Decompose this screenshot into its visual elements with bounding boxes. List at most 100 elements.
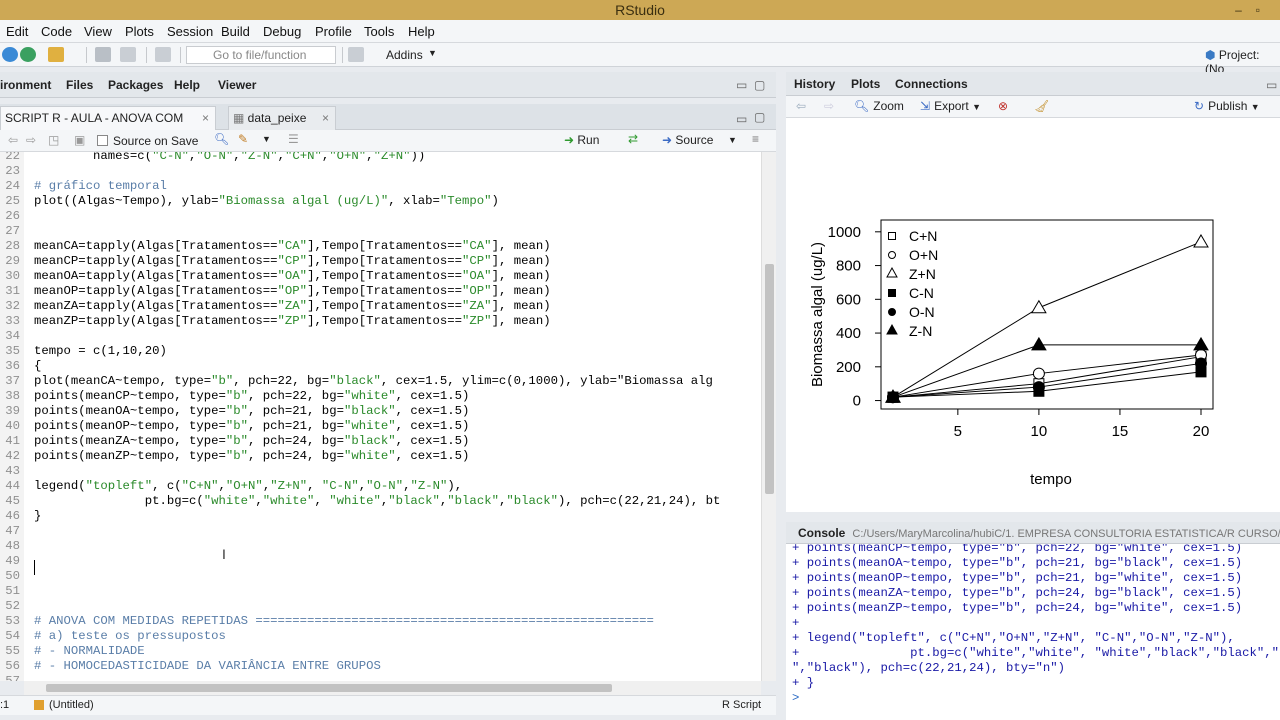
menu-build[interactable]: Build <box>221 24 250 39</box>
code-line[interactable]: 51 <box>0 584 761 599</box>
code-line[interactable]: 25 plot((Algas~Tempo), ylab="Biomassa alg… <box>0 194 761 209</box>
menu-debug[interactable]: Debug <box>263 24 301 39</box>
magic-wand-icon[interactable]: ✎ <box>238 132 248 146</box>
code-line[interactable]: 27 <box>0 224 761 239</box>
open-file-icon[interactable] <box>48 47 64 62</box>
document-outline-icon[interactable]: ≡ <box>752 132 759 146</box>
close-icon[interactable]: × <box>322 107 329 129</box>
publish-button[interactable]: ↻ Publish ▼ <box>1194 99 1260 113</box>
code-line[interactable]: 44 legend("topleft", c("C+N","O+N","Z+N",… <box>0 479 761 494</box>
code-editor[interactable]: 22 names=c("C-N","O-N","Z-N","C+N","O+N"… <box>0 152 761 681</box>
code-line[interactable]: 47 <box>0 524 761 539</box>
code-line[interactable]: 45 pt.bg=c("white","white", "white","bla… <box>0 494 761 509</box>
addins-menu[interactable]: Addins <box>386 48 423 62</box>
code-line[interactable]: 41 points(meanZA~tempo, type="b", pch=24,… <box>0 434 761 449</box>
code-line[interactable]: 50 <box>0 569 761 584</box>
menu-profile[interactable]: Profile <box>315 24 352 39</box>
tab-packages[interactable]: Packages <box>108 78 163 92</box>
filetype-label[interactable]: R Script <box>722 696 761 715</box>
tab-data-peixe[interactable]: ▦ data_peixe × <box>228 106 336 130</box>
code-line[interactable]: 26 <box>0 209 761 224</box>
forward-arrow-icon[interactable]: ⇨ <box>26 133 36 147</box>
code-line[interactable]: 39 points(meanOA~tempo, type="b", pch=21,… <box>0 404 761 419</box>
tab-environment[interactable]: ironment <box>0 78 51 92</box>
tab-script-anova[interactable]: SCRIPT R - AULA - ANOVA COM MEDI... × <box>0 106 216 147</box>
next-plot-icon[interactable]: ⇨ <box>824 99 834 113</box>
code-line[interactable]: 36 { <box>0 359 761 374</box>
code-line[interactable]: 46} <box>0 509 761 524</box>
new-file-icon[interactable] <box>2 47 18 62</box>
menu-edit[interactable]: Edit <box>6 24 28 39</box>
menu-plots[interactable]: Plots <box>125 24 154 39</box>
code-line[interactable]: 29 meanCP=tapply(Algas[Tratamentos=="CP"]… <box>0 254 761 269</box>
close-icon[interactable]: × <box>202 107 209 129</box>
code-line[interactable]: 23 <box>0 164 761 179</box>
clear-plots-broom-icon[interactable]: 🧹︎ <box>1034 99 1049 113</box>
scroll-thumb[interactable] <box>765 264 774 494</box>
code-line[interactable]: 53 # ANOVA COM MEDIDAS REPETIDAS ========… <box>0 614 761 629</box>
menu-help[interactable]: Help <box>408 24 435 39</box>
menu-code[interactable]: Code <box>41 24 72 39</box>
code-line[interactable]: 34 <box>0 329 761 344</box>
pane-maximize-icon[interactable]: ▢ <box>754 110 765 124</box>
zoom-button[interactable]: 🔍︎ Zoom <box>854 99 904 113</box>
editor-horizontal-scrollbar[interactable] <box>24 681 761 695</box>
menu-view[interactable]: View <box>84 24 112 39</box>
code-line[interactable]: 48 <box>0 539 761 554</box>
save-all-icon[interactable] <box>120 47 136 62</box>
pane-minimize-icon[interactable]: ▭ <box>1266 78 1277 92</box>
code-line[interactable]: 57 <box>0 674 761 681</box>
code-line[interactable]: 42 points(meanZP~tempo, type="b", pch=24,… <box>0 449 761 464</box>
code-line[interactable]: 33 meanZP=tapply(Algas[Tratamentos=="ZP"]… <box>0 314 761 329</box>
code-line[interactable]: 22 names=c("C-N","O-N","Z-N","C+N","O+N"… <box>0 152 761 164</box>
tab-plots[interactable]: Plots <box>851 77 880 91</box>
rerun-icon[interactable]: ⇄ <box>628 132 638 146</box>
remove-plot-icon[interactable]: ⊗ <box>998 99 1008 113</box>
code-line[interactable]: 56 # - HOMOCEDASTICIDADE DA VARIÂNCIA ENT… <box>0 659 761 674</box>
compile-report-icon[interactable]: ☰ <box>288 132 299 146</box>
code-line[interactable]: 55 # - NORMALIDADE <box>0 644 761 659</box>
code-line[interactable]: 35 tempo = c(1,10,20) <box>0 344 761 359</box>
menu-tools[interactable]: Tools <box>364 24 394 39</box>
workspace-panes-icon[interactable] <box>348 47 364 62</box>
show-in-window-icon[interactable]: ◳ <box>48 133 59 147</box>
back-arrow-icon[interactable]: ⇦ <box>8 133 18 147</box>
export-button[interactable]: ⇲ Export ▼ <box>920 99 981 113</box>
search-icon[interactable]: 🔍︎ <box>214 132 229 146</box>
code-line[interactable]: 52 <box>0 599 761 614</box>
source-on-save-checkbox[interactable] <box>97 135 108 146</box>
code-line[interactable]: 30 meanOA=tapply(Algas[Tratamentos=="OA"]… <box>0 269 761 284</box>
console-tab[interactable]: Console <box>798 526 845 540</box>
code-line[interactable]: 43 <box>0 464 761 479</box>
tab-history[interactable]: History <box>794 77 835 91</box>
scroll-thumb[interactable] <box>46 684 612 692</box>
code-line[interactable]: 54 # a) teste os pressupostos <box>0 629 761 644</box>
scope-label[interactable]: (Untitled) <box>49 696 94 715</box>
editor-vertical-scrollbar[interactable] <box>761 152 776 681</box>
code-line[interactable]: 40 points(meanOP~tempo, type="b", pch=21,… <box>0 419 761 434</box>
code-line[interactable]: 37 plot(meanCA~tempo, type="b", pch=22, b… <box>0 374 761 389</box>
tab-help[interactable]: Help <box>174 78 200 92</box>
pane-minimize-icon[interactable]: ▭ <box>736 78 747 92</box>
code-line[interactable]: 49 <box>0 554 761 569</box>
console-output[interactable]: + points(meanCP~tempo, type="b", pch=22,… <box>786 544 1280 720</box>
code-line[interactable]: 24 # gráfico temporal <box>0 179 761 194</box>
pane-minimize-icon[interactable]: ▭ <box>736 112 747 126</box>
menu-session[interactable]: Session <box>167 24 213 39</box>
tab-viewer[interactable]: Viewer <box>218 78 256 92</box>
window-controls[interactable]: –▫ <box>1235 0 1274 20</box>
code-line[interactable]: 28 meanCA=tapply(Algas[Tratamentos=="CA"]… <box>0 239 761 254</box>
tab-files[interactable]: Files <box>66 78 93 92</box>
code-line[interactable]: 38 points(meanCP~tempo, type="b", pch=22,… <box>0 389 761 404</box>
new-project-icon[interactable] <box>20 47 36 62</box>
code-line[interactable]: 32 meanZA=tapply(Algas[Tratamentos=="ZA"]… <box>0 299 761 314</box>
print-icon[interactable] <box>155 47 171 62</box>
source-button[interactable]: ➜ Source <box>662 133 713 147</box>
save-icon[interactable]: ▣ <box>74 133 85 147</box>
pane-maximize-icon[interactable]: ▢ <box>754 78 765 92</box>
code-line[interactable]: 31 meanOP=tapply(Algas[Tratamentos=="OP"]… <box>0 284 761 299</box>
tab-connections[interactable]: Connections <box>895 77 968 91</box>
previous-plot-icon[interactable]: ⇦ <box>796 99 806 113</box>
goto-file-input[interactable]: Go to file/function <box>186 46 336 64</box>
run-button[interactable]: ➜ Run <box>564 133 599 147</box>
